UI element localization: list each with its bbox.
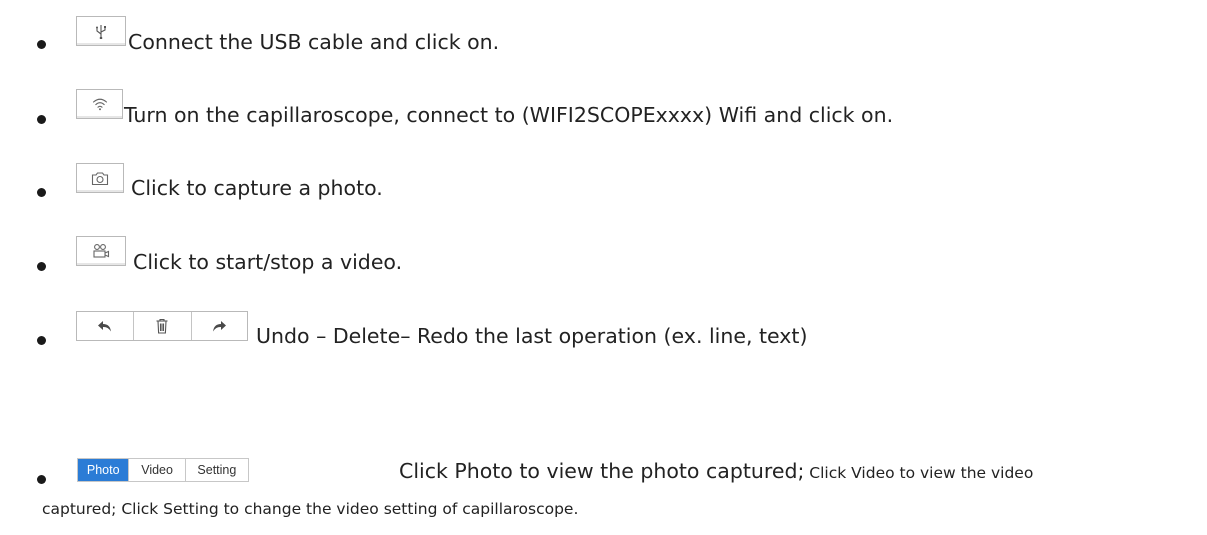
item-text-small: Click Video to view the video — [804, 464, 1034, 482]
camera-icon — [91, 171, 109, 185]
tab-video[interactable]: Video — [129, 459, 186, 481]
tab-photo[interactable]: Photo — [78, 459, 130, 481]
item-text: Undo – Delete– Redo the last operation (… — [256, 324, 808, 348]
trash-icon — [156, 318, 168, 334]
item-text: Turn on the capillaroscope, connect to (… — [124, 103, 894, 127]
bullet — [37, 40, 46, 49]
item-text-continued: captured; Click Setting to change the vi… — [42, 500, 579, 518]
bullet — [37, 336, 46, 345]
redo-icon — [213, 320, 227, 331]
video-camera-icon — [93, 244, 110, 258]
usb-icon — [96, 25, 106, 39]
redo-button[interactable] — [192, 312, 247, 340]
tab-setting[interactable]: Setting — [186, 459, 248, 481]
item-text: Click to start/stop a video. — [133, 250, 403, 274]
bullet — [37, 115, 46, 124]
item-text-large: Click Photo to view the photo captured; — [399, 459, 805, 483]
view-tabs: Photo Video Setting — [77, 458, 249, 482]
record-video-button[interactable] — [76, 236, 126, 266]
item-text: Click to capture a photo. — [131, 176, 383, 200]
item-text: Connect the USB cable and click on. — [128, 30, 500, 54]
capture-photo-button[interactable] — [76, 163, 124, 193]
edit-button-group — [76, 311, 248, 341]
bullet — [37, 188, 46, 197]
undo-button[interactable] — [77, 312, 135, 340]
wifi-button[interactable] — [76, 89, 123, 119]
bullet — [37, 475, 46, 484]
usb-button[interactable] — [76, 16, 126, 46]
item-text: Click Photo to view the photo captured; … — [399, 458, 1033, 486]
undo-icon — [98, 320, 112, 331]
delete-button[interactable] — [134, 312, 192, 340]
bullet — [37, 262, 46, 271]
wifi-icon — [92, 98, 107, 111]
